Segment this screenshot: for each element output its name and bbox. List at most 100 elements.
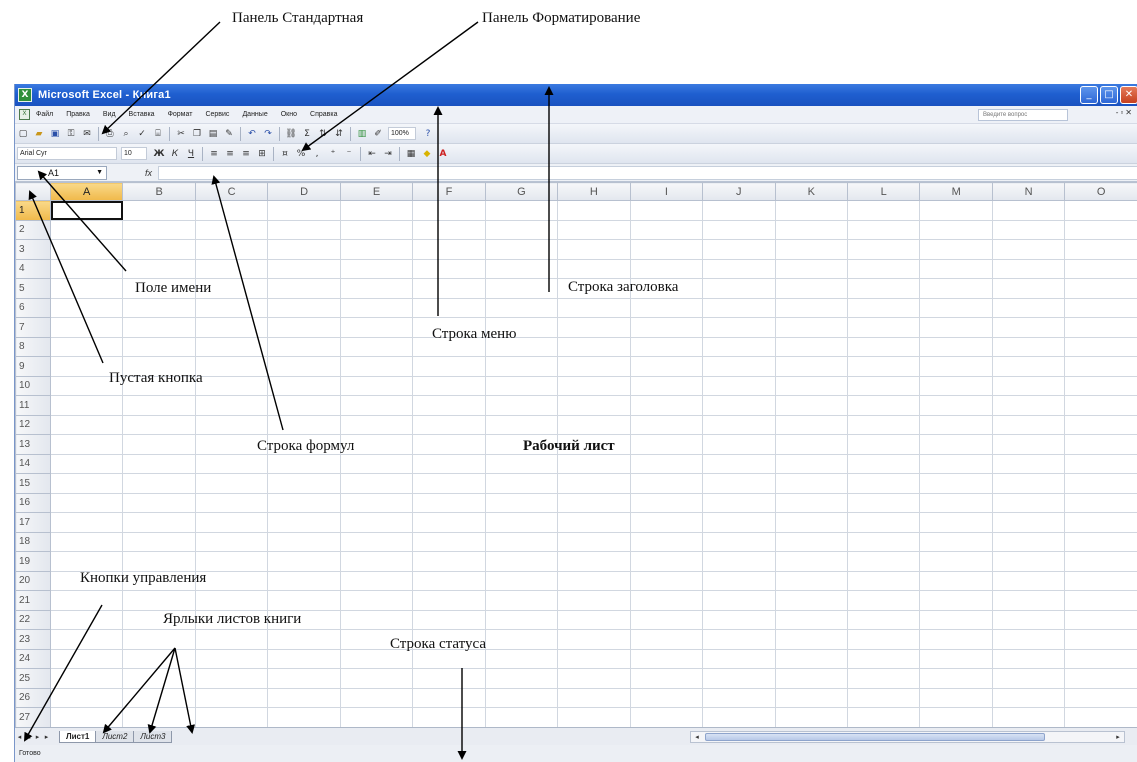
cell[interactable] xyxy=(1064,414,1137,435)
increase-indent-icon[interactable]: ⇥ xyxy=(381,147,395,161)
cell[interactable] xyxy=(412,375,486,396)
cell[interactable] xyxy=(267,531,341,552)
cell[interactable] xyxy=(339,375,414,396)
cell[interactable] xyxy=(484,687,559,708)
menu-format[interactable]: Формат xyxy=(168,111,193,118)
cell[interactable] xyxy=(846,687,921,708)
cell[interactable] xyxy=(991,239,1066,260)
cell[interactable] xyxy=(557,668,631,689)
row-header-12[interactable]: 12 xyxy=(15,414,51,435)
cell[interactable] xyxy=(774,375,848,396)
cell[interactable] xyxy=(339,492,414,513)
cell[interactable] xyxy=(629,239,704,260)
cell[interactable] xyxy=(122,551,196,572)
currency-icon[interactable]: ¤ xyxy=(278,147,292,161)
font-size-select[interactable]: 10 xyxy=(121,147,147,160)
cell[interactable] xyxy=(629,395,704,416)
cell[interactable] xyxy=(774,512,848,533)
cell[interactable] xyxy=(846,512,921,533)
cell[interactable] xyxy=(629,453,704,474)
cell[interactable] xyxy=(919,434,993,455)
formula-input[interactable] xyxy=(158,165,1137,180)
cell[interactable] xyxy=(919,453,993,474)
column-header-c[interactable]: C xyxy=(194,182,269,201)
cell[interactable] xyxy=(194,629,269,650)
menu-data[interactable]: Данные xyxy=(242,111,267,118)
cell[interactable] xyxy=(194,336,269,357)
font-name-select[interactable]: Arial Cyr xyxy=(17,147,117,160)
cell[interactable] xyxy=(412,590,486,611)
close-icon[interactable]: ✕ xyxy=(1120,86,1137,104)
cell[interactable] xyxy=(412,434,486,455)
cell[interactable] xyxy=(629,473,704,494)
cell[interactable] xyxy=(194,590,269,611)
cell[interactable] xyxy=(702,219,776,240)
cell[interactable] xyxy=(846,219,921,240)
cell[interactable] xyxy=(557,629,631,650)
column-header-d[interactable]: D xyxy=(267,182,341,201)
cell[interactable] xyxy=(991,531,1066,552)
cell[interactable] xyxy=(484,492,559,513)
cell[interactable] xyxy=(702,356,776,377)
cell[interactable] xyxy=(702,395,776,416)
cell[interactable] xyxy=(991,200,1066,221)
cell[interactable] xyxy=(629,707,704,728)
row-header-25[interactable]: 25 xyxy=(15,668,51,689)
cell[interactable] xyxy=(412,453,486,474)
cell[interactable] xyxy=(194,200,269,221)
cell[interactable] xyxy=(702,609,776,630)
cell[interactable] xyxy=(339,258,414,279)
cell[interactable] xyxy=(1064,707,1137,728)
cell[interactable] xyxy=(122,239,196,260)
print-preview-icon[interactable]: ⌕ xyxy=(119,127,133,141)
cell[interactable] xyxy=(1064,375,1137,396)
merge-center-icon[interactable]: ⊞ xyxy=(255,147,269,161)
percent-icon[interactable]: % xyxy=(294,147,308,161)
cell[interactable] xyxy=(122,434,196,455)
cell[interactable] xyxy=(49,531,124,552)
cell[interactable] xyxy=(194,687,269,708)
cell[interactable] xyxy=(774,414,848,435)
cell[interactable] xyxy=(49,492,124,513)
cell[interactable] xyxy=(557,707,631,728)
cell[interactable] xyxy=(122,648,196,669)
align-left-icon[interactable]: ≡ xyxy=(207,147,221,161)
cell[interactable] xyxy=(339,668,414,689)
sort-ascending-icon[interactable]: ⇅ xyxy=(316,127,330,141)
cell[interactable] xyxy=(919,395,993,416)
cell[interactable] xyxy=(774,453,848,474)
cell[interactable] xyxy=(484,590,559,611)
cell[interactable] xyxy=(49,434,124,455)
drawing-icon[interactable]: ✐ xyxy=(371,127,385,141)
cell[interactable] xyxy=(846,609,921,630)
cell[interactable] xyxy=(267,375,341,396)
email-icon[interactable]: ✉ xyxy=(80,127,94,141)
cell[interactable] xyxy=(1064,687,1137,708)
cell[interactable] xyxy=(702,687,776,708)
cell[interactable] xyxy=(339,551,414,572)
cell[interactable] xyxy=(484,375,559,396)
cell[interactable] xyxy=(846,414,921,435)
cell[interactable] xyxy=(846,492,921,513)
cell[interactable] xyxy=(1064,278,1137,299)
cell[interactable] xyxy=(846,570,921,591)
cell[interactable] xyxy=(484,200,559,221)
name-box[interactable]: A1 ▼ xyxy=(17,165,107,180)
cell[interactable] xyxy=(412,395,486,416)
cell[interactable] xyxy=(339,356,414,377)
cell[interactable] xyxy=(774,570,848,591)
minimize-icon[interactable]: _ xyxy=(1080,86,1098,104)
cell[interactable] xyxy=(412,707,486,728)
cell[interactable] xyxy=(484,570,559,591)
cell[interactable] xyxy=(919,239,993,260)
sheet-tab-1[interactable]: Лист1 xyxy=(59,730,97,743)
scroll-thumb[interactable] xyxy=(705,733,1045,741)
row-header-1[interactable]: 1 xyxy=(15,200,51,221)
cell[interactable] xyxy=(846,629,921,650)
cell[interactable] xyxy=(1064,395,1137,416)
column-header-l[interactable]: L xyxy=(846,182,921,201)
cell[interactable] xyxy=(484,356,559,377)
cell[interactable] xyxy=(991,414,1066,435)
cell[interactable] xyxy=(629,336,704,357)
cell[interactable] xyxy=(702,512,776,533)
